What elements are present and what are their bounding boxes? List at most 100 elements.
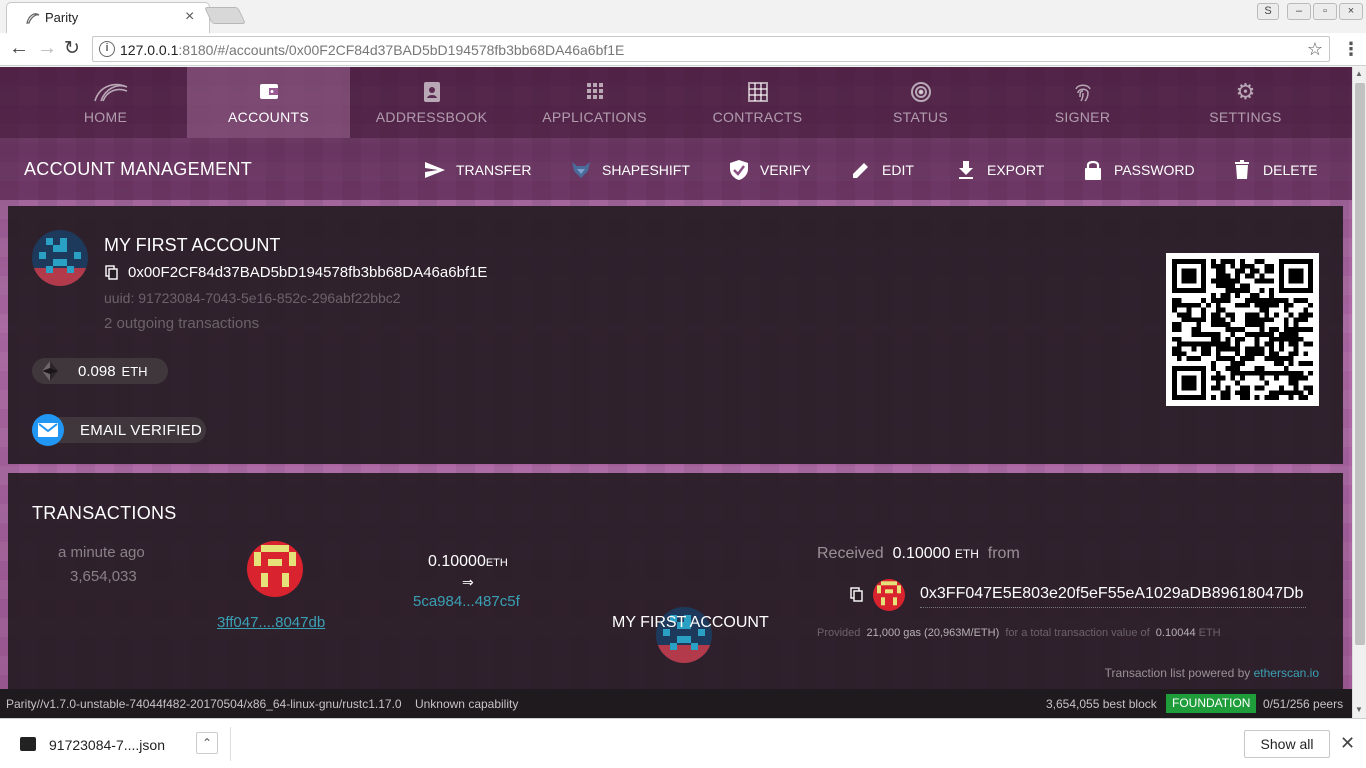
provided-unit: ETH: [1198, 627, 1221, 639]
scroll-up-icon[interactable]: ▲: [1355, 69, 1363, 78]
url-text[interactable]: 127.0.0.1:8180/#/accounts/0x00F2CF84d37B…: [120, 42, 624, 58]
provided-prefix: Provided: [817, 627, 861, 639]
tx-amount: 0.10000ETH: [428, 553, 508, 571]
password-button[interactable]: PASSWORD: [1082, 158, 1195, 182]
apps-grid-icon: [582, 81, 608, 103]
etherscan-link[interactable]: etherscan.io: [1254, 666, 1319, 680]
tx-recipient-name[interactable]: MY FIRST ACCOUNT: [612, 614, 769, 632]
account-uuid: uuid: 91723084-7043-5e16-852c-296abf22bb…: [104, 290, 401, 306]
received-unit: ETH: [954, 547, 979, 561]
received-label: Received: [817, 545, 884, 562]
tx-amount-value: 0.10000: [428, 553, 486, 570]
tx-amount-unit: ETH: [485, 557, 508, 569]
scrollbar-thumb[interactable]: [1355, 83, 1365, 645]
export-button[interactable]: EXPORT: [955, 158, 1044, 182]
ethereum-icon: [36, 357, 64, 385]
close-download-shelf-icon[interactable]: ✕: [1340, 733, 1355, 754]
nav-settings-label: SETTINGS: [1209, 109, 1282, 125]
nav-settings[interactable]: ⚙ SETTINGS: [1164, 67, 1327, 138]
url-host: 127.0.0.1: [120, 42, 179, 58]
parity-favicon-icon: [25, 11, 41, 25]
nav-status[interactable]: STATUS: [839, 67, 1002, 138]
download-icon: [955, 159, 977, 181]
minimize-icon[interactable]: –: [1287, 3, 1311, 20]
contracts-grid-icon: [745, 81, 771, 103]
nav-signer[interactable]: SIGNER: [1001, 67, 1164, 138]
transactions-card: TRANSACTIONS a minute ago 3,654,033 3ff0…: [8, 473, 1343, 718]
transactions-heading: TRANSACTIONS: [32, 503, 177, 523]
download-separator: [230, 727, 231, 761]
chain-badge: FOUNDATION: [1166, 694, 1257, 713]
browser-toolbar: ← → ↻ i 127.0.0.1:8180/#/accounts/0x00F2…: [0, 33, 1366, 66]
nav-addressbook[interactable]: ADDRESSBOOK: [350, 67, 513, 138]
maximize-icon[interactable]: ▫: [1313, 3, 1337, 20]
peers-count: 0/51/256 peers: [1263, 697, 1344, 711]
provided-total: 0.10044: [1155, 627, 1196, 639]
nav-accounts[interactable]: ACCOUNTS: [187, 67, 350, 138]
trash-icon: [1231, 159, 1253, 181]
address-qr-code: [1166, 253, 1319, 406]
gear-icon: ⚙: [1235, 79, 1256, 104]
site-info-icon[interactable]: i: [99, 41, 115, 57]
nav-home[interactable]: HOME: [24, 67, 187, 138]
new-tab-button[interactable]: [204, 7, 246, 24]
back-icon[interactable]: ←: [9, 37, 29, 60]
window-close-icon[interactable]: ×: [1339, 3, 1363, 20]
received-value: 0.10000: [892, 545, 951, 562]
account-actionbar: ACCOUNT MANAGEMENT TRANSFER SHAPESHIFT V…: [0, 138, 1352, 200]
scroll-down-icon[interactable]: ▼: [1355, 705, 1363, 714]
tx-from-link[interactable]: 3ff047....8047db: [217, 614, 325, 631]
copy-address-icon[interactable]: [105, 265, 119, 280]
page-scrollbar[interactable]: ▲ ▼: [1352, 67, 1366, 718]
email-verified-label: EMAIL VERIFIED: [80, 421, 203, 439]
tx-gas-summary: Provided 21,000 gas (20,963M/ETH) for a …: [817, 627, 1221, 639]
show-all-downloads-button[interactable]: Show all: [1244, 730, 1330, 758]
copy-sender-address-icon[interactable]: [850, 587, 864, 602]
bookmark-star-icon[interactable]: ☆: [1307, 39, 1323, 60]
export-label: EXPORT: [987, 162, 1045, 178]
shapeshift-fox-icon: [570, 159, 592, 181]
browser-menu-icon[interactable]: ⋮: [1342, 39, 1360, 60]
eth-balance-value: 0.098: [78, 362, 116, 380]
verify-button[interactable]: VERIFY: [728, 158, 811, 182]
shapeshift-button[interactable]: SHAPESHIFT: [570, 158, 690, 182]
nav-contracts-label: CONTRACTS: [712, 109, 803, 125]
edit-button[interactable]: EDIT: [850, 158, 914, 182]
account-address: 0x00F2CF84d37BAD5bD194578fb3bb68DA46a6bf…: [128, 264, 488, 281]
send-icon: [424, 159, 446, 181]
account-name[interactable]: MY FIRST ACCOUNT: [104, 235, 280, 256]
forward-icon[interactable]: →: [37, 37, 57, 60]
tx-hash-link[interactable]: 5ca984...487c5f: [413, 593, 520, 610]
profile-icon[interactable]: S: [1257, 3, 1279, 20]
nav-status-label: STATUS: [893, 109, 948, 125]
browser-tab[interactable]: Parity ×: [6, 2, 210, 33]
page-title: ACCOUNT MANAGEMENT: [24, 159, 253, 179]
tab-close-icon[interactable]: ×: [185, 8, 194, 26]
tx-received-summary: Received 0.10000 ETH from: [817, 545, 1020, 563]
email-icon: [32, 414, 64, 446]
received-from-label: from: [987, 545, 1020, 562]
tx-timestamp: a minute ago: [58, 544, 145, 561]
transfer-button[interactable]: TRANSFER: [424, 158, 531, 182]
account-identicon: [32, 230, 88, 286]
tx-direction-arrow: ⇒: [462, 574, 474, 590]
download-shelf: 91723084-7....json ⌃ Show all ✕: [0, 718, 1366, 768]
nav-applications-label: APPLICATIONS: [542, 109, 647, 125]
tx-sender-address[interactable]: 0x3FF047E5E803e20f5eF55eA1029aDB89618047…: [920, 585, 1306, 608]
nav-applications[interactable]: APPLICATIONS: [513, 67, 676, 138]
download-file-name[interactable]: 91723084-7....json: [49, 737, 165, 753]
nav-home-label: HOME: [83, 109, 128, 125]
provided-gas: 21,000 gas (20,963M/ETH): [866, 627, 1000, 639]
nav-contracts[interactable]: CONTRACTS: [676, 67, 839, 138]
chevron-up-icon[interactable]: ⌃: [196, 732, 218, 754]
reload-icon[interactable]: ↻: [64, 37, 80, 60]
password-label: PASSWORD: [1114, 162, 1195, 178]
powered-prefix: Transaction list powered by: [1104, 666, 1251, 680]
capability-status: Unknown capability: [414, 697, 519, 711]
pencil-icon: [850, 159, 872, 181]
delete-button[interactable]: DELETE: [1231, 158, 1317, 182]
browser-tabstrip: Parity × S – ▫ ×: [0, 0, 1366, 33]
nav-signer-label: SIGNER: [1054, 109, 1111, 125]
url-path: :8180/#/accounts/0x00F2CF84d37BAD5bD1945…: [178, 42, 625, 58]
address-bar[interactable]: i 127.0.0.1:8180/#/accounts/0x00F2CF84d3…: [92, 36, 1330, 62]
